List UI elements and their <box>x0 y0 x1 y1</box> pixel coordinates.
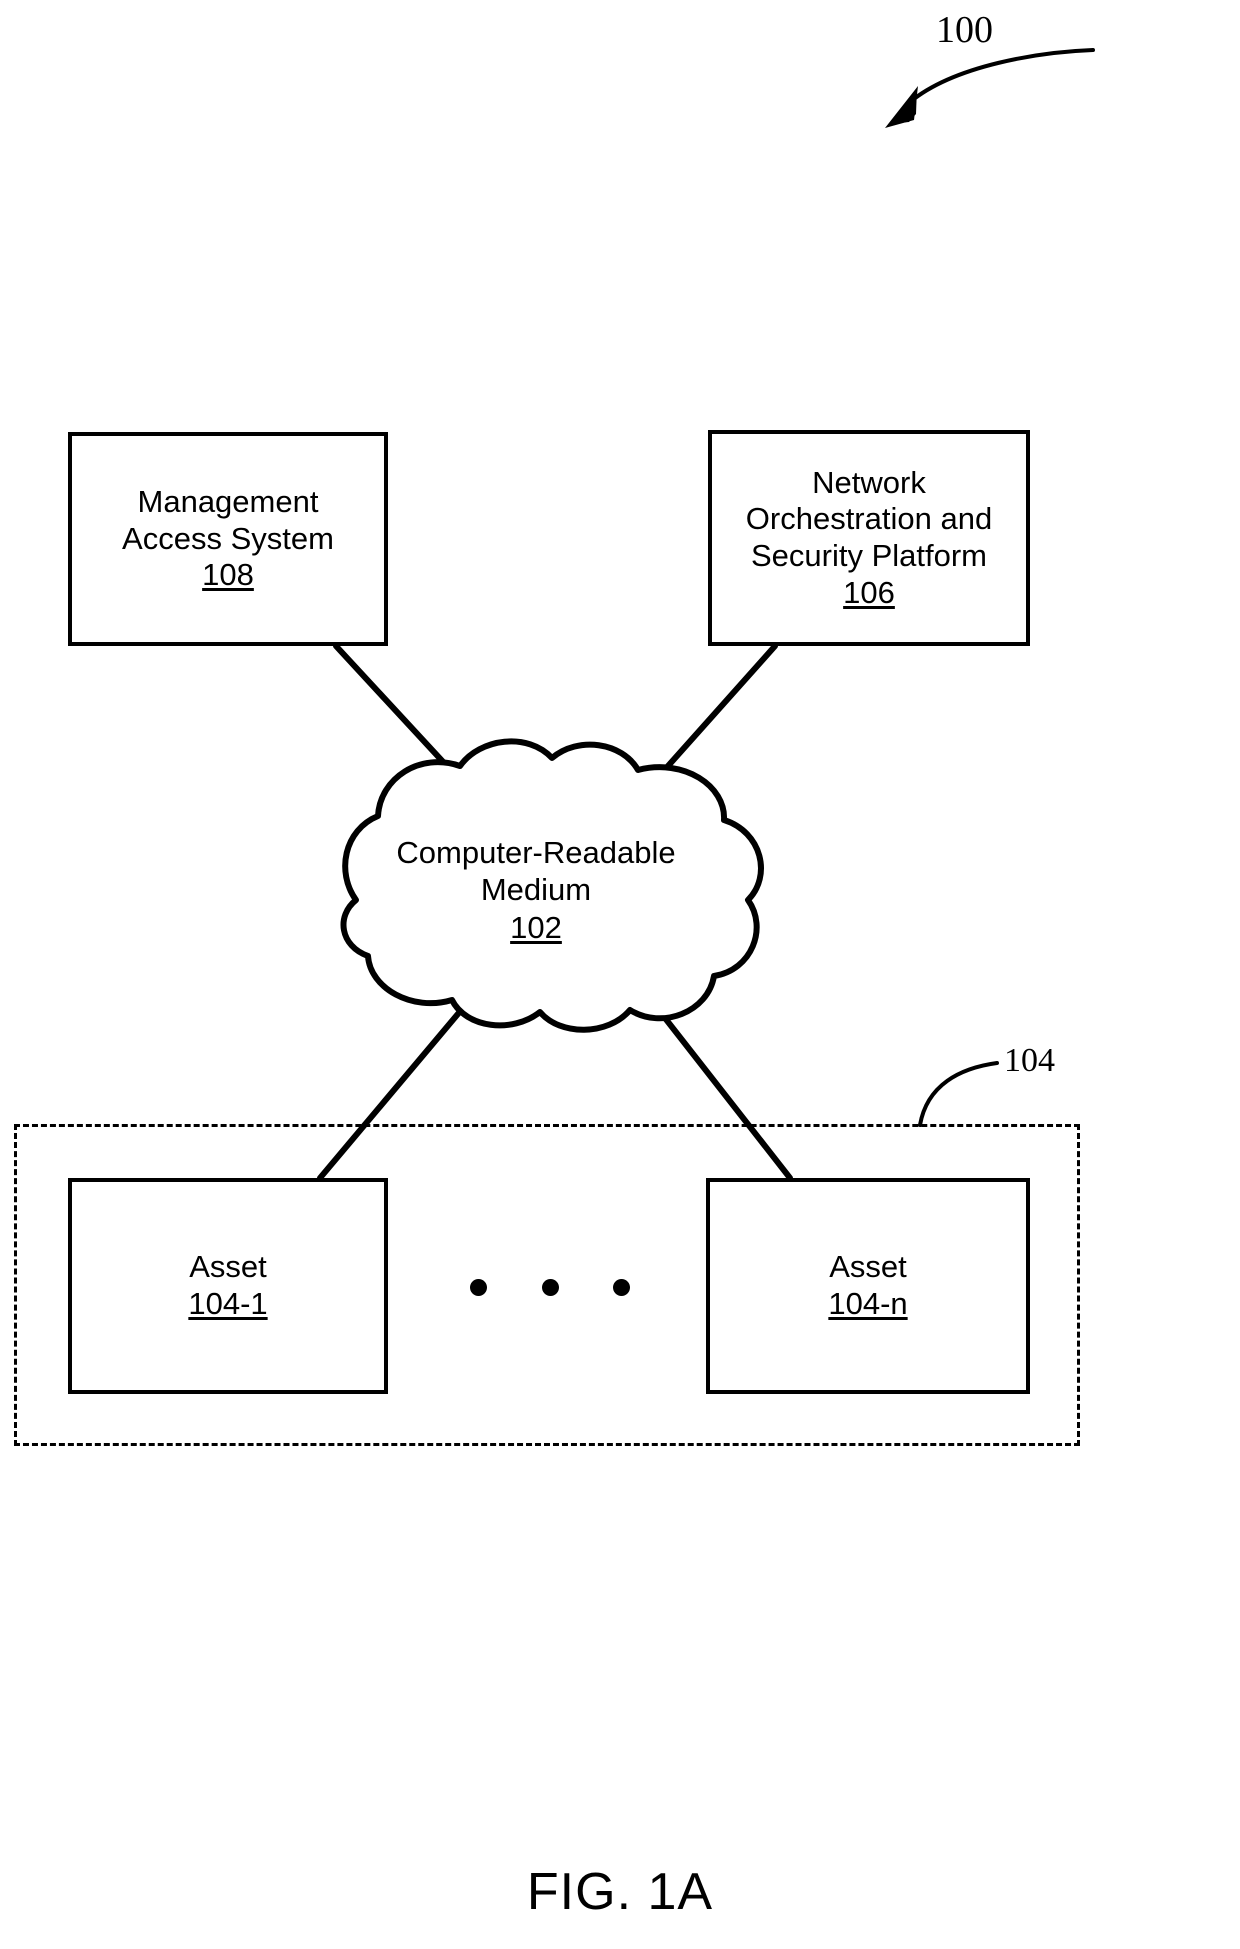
patent-figure-page: 100 Management Access System 108 Network… <box>0 0 1240 1949</box>
management-access-system-line-2: Access System <box>122 520 334 556</box>
reference-label-104: 104 <box>1004 1042 1055 1079</box>
network-orchestration-platform-ref: 106 <box>843 574 895 610</box>
asset-last-ref: 104-n <box>828 1286 908 1321</box>
figure-caption: FIG. 1A <box>526 1863 714 1921</box>
asset-ellipsis <box>470 1272 630 1302</box>
asset-first-line-1: Asset <box>189 1249 267 1285</box>
network-orchestration-platform-line-1: Network <box>812 464 926 500</box>
node-computer-readable-medium[interactable]: Computer-Readable Medium 102 <box>286 740 786 1030</box>
asset-first-ref: 104-1 <box>188 1286 268 1321</box>
computer-readable-medium-line-2: Medium <box>480 872 592 908</box>
ellipsis-dot-3 <box>613 1278 630 1296</box>
ellipsis-dot-2 <box>541 1278 559 1296</box>
node-management-access-system[interactable]: Management Access System 108 <box>68 432 388 646</box>
management-access-system-line-1: Management <box>137 484 319 520</box>
network-orchestration-platform-line-3: Security Platform <box>750 538 987 573</box>
leader-arrow-100 <box>885 48 1095 128</box>
network-orchestration-platform-line-2: Orchestration and <box>745 501 993 537</box>
computer-readable-medium-label: Computer-Readable Medium 102 <box>286 740 786 1030</box>
leader-line-104 <box>918 1061 999 1127</box>
reference-label-100: 100 <box>936 9 993 51</box>
computer-readable-medium-line-1: Computer-Readable <box>396 835 676 871</box>
ellipsis-dot-1 <box>470 1278 487 1296</box>
management-access-system-ref: 108 <box>202 557 254 593</box>
node-network-orchestration-and-security-platform[interactable]: Network Orchestration and Security Platf… <box>708 430 1030 646</box>
computer-readable-medium-ref: 102 <box>510 909 562 945</box>
asset-last-line-1: Asset <box>829 1249 907 1285</box>
node-asset-first[interactable]: Asset 104-1 <box>68 1178 388 1394</box>
node-asset-last[interactable]: Asset 104-n <box>706 1178 1030 1394</box>
